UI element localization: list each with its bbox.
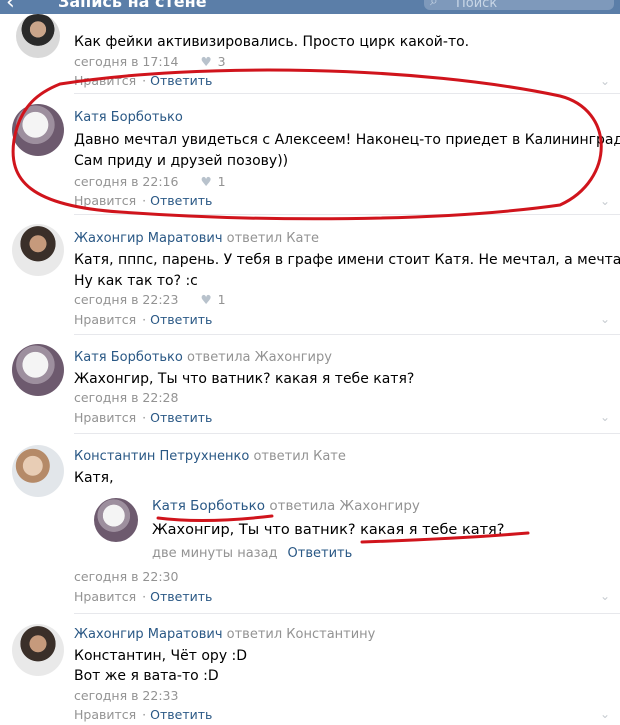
like-button[interactable]: Нравится — [74, 193, 136, 208]
reply-button[interactable]: Ответить — [150, 410, 212, 425]
avatar[interactable] — [12, 224, 64, 276]
chevron-down-icon[interactable]: ⌄ — [600, 312, 610, 326]
like-button[interactable]: Нравится — [74, 73, 136, 88]
quote-meta: две минуты назад Ответить — [152, 546, 352, 561]
reply-button[interactable]: Ответить — [150, 193, 212, 208]
reply-button[interactable]: Ответить — [150, 73, 212, 88]
chevron-down-icon[interactable]: ⌄ — [600, 74, 610, 88]
comment-text: Сам приду и друзей позову)) — [74, 153, 289, 169]
page-title: Запись на стене — [58, 0, 207, 11]
comment-meta: сегодня в 22:28 — [74, 390, 178, 405]
quote-author: Катя Борботько ответила Жахонгиру — [152, 498, 420, 514]
comment-text: Катя, — [74, 470, 114, 486]
comment-actions: Нравится · Ответить — [74, 410, 213, 425]
comment-time: сегодня в 22:23 — [74, 292, 179, 307]
comment-text: Константин, Чёт ору :D — [74, 648, 248, 664]
comment-text: Ну как так то? :с — [74, 273, 198, 289]
comment-time: сегодня в 22:28 — [74, 390, 179, 405]
heart-icon[interactable]: ♥ — [200, 174, 211, 189]
author-name[interactable]: Жахонгир Маратович — [74, 231, 223, 246]
avatar[interactable] — [12, 624, 64, 676]
reply-button[interactable]: Ответить — [150, 707, 212, 722]
avatar[interactable] — [16, 14, 60, 58]
divider — [74, 334, 620, 335]
author-name[interactable]: Жахонгир Маратович — [74, 627, 223, 642]
comment-actions: Нравится · Ответить — [74, 707, 213, 722]
comment-meta: сегодня в 17:14 ♥ 3 — [74, 54, 226, 69]
comment-time: сегодня в 17:14 — [74, 54, 179, 69]
comment-text: Как фейки активизировались. Просто цирк … — [74, 34, 470, 50]
like-button[interactable]: Нравится — [74, 707, 136, 722]
divider — [74, 214, 620, 215]
like-button[interactable]: Нравится — [74, 589, 136, 604]
reply-to[interactable]: ответил Кате — [253, 449, 345, 464]
annotation-underline-name — [156, 514, 274, 522]
author-name[interactable]: Константин Петрухненко — [74, 449, 249, 464]
like-count: 1 — [217, 174, 226, 189]
comment-text: Давно мечтал увидеться с Алексеем! Након… — [74, 132, 620, 148]
comment-meta: сегодня в 22:30 — [74, 569, 178, 584]
comment-author: Константин Петрухненко ответил Кате — [74, 449, 346, 464]
avatar[interactable] — [12, 445, 64, 497]
like-button[interactable]: Нравится — [74, 312, 136, 327]
quote-time: две минуты назад — [152, 546, 278, 561]
like-button[interactable]: Нравится — [74, 410, 136, 425]
back-arrow-icon[interactable]: ‹ — [6, 0, 15, 14]
comment-meta: сегодня в 22:33 — [74, 688, 178, 703]
search-icon: ⌕ — [430, 0, 438, 9]
quote-reply-button[interactable]: Ответить — [288, 546, 353, 561]
comment-time: сегодня в 22:30 — [74, 569, 179, 584]
reply-button[interactable]: Ответить — [150, 312, 212, 327]
avatar[interactable] — [12, 104, 64, 156]
author-name[interactable]: Катя Борботько — [74, 350, 183, 365]
chevron-down-icon[interactable]: ⌄ — [600, 589, 610, 603]
chevron-down-icon[interactable]: ⌄ — [600, 194, 610, 208]
comment-text: Жахонгир, Ты что ватник? какая я тебе ка… — [74, 371, 415, 387]
comment-actions: Нравится · Ответить — [74, 589, 213, 604]
divider — [74, 93, 620, 94]
comment-author: Катя Борботько ответила Жахонгиру — [74, 350, 332, 365]
quote-text: Жахонгир, Ты что ватник? какая я тебе ка… — [152, 522, 505, 538]
comment-text: Катя, пппс, парень. У тебя в графе имени… — [74, 252, 620, 268]
comment-actions: Нравится · Ответить — [74, 193, 213, 208]
top-bar: ‹ Запись на стене ⌕ Поиск — [0, 0, 620, 14]
comment-author: Жахонгир Маратович ответил Константину — [74, 627, 375, 642]
divider — [74, 433, 620, 434]
quote-reply-to[interactable]: ответила Жахонгиру — [269, 498, 420, 514]
comment-time: сегодня в 22:33 — [74, 688, 179, 703]
avatar[interactable] — [12, 344, 64, 396]
heart-icon[interactable]: ♥ — [200, 54, 211, 69]
quote-avatar[interactable] — [94, 498, 138, 542]
comment-meta: сегодня в 22:16 ♥ 1 — [74, 174, 226, 189]
comment-time: сегодня в 22:16 — [74, 174, 179, 189]
quote-author-name[interactable]: Катя Борботько — [152, 498, 265, 514]
search-input[interactable]: ⌕ Поиск — [424, 0, 614, 11]
reply-to[interactable]: ответил Кате — [227, 231, 319, 246]
like-count: 3 — [217, 54, 226, 69]
divider — [74, 613, 620, 614]
heart-icon[interactable]: ♥ — [200, 292, 211, 307]
reply-to[interactable]: ответила Жахонгиру — [187, 350, 332, 365]
search-placeholder: Поиск — [456, 0, 498, 11]
comment-author: Жахонгир Маратович ответил Кате — [74, 231, 319, 246]
like-count: 1 — [217, 292, 226, 307]
comment-author[interactable]: Катя Борботько — [74, 110, 183, 125]
reply-to[interactable]: ответил Константину — [227, 627, 376, 642]
comment-meta: сегодня в 22:23 ♥ 1 — [74, 292, 226, 307]
chevron-down-icon[interactable]: ⌄ — [600, 707, 610, 721]
comment-text: Вот же я вата-то :D — [74, 668, 219, 684]
comment-actions: Нравится · Ответить — [74, 73, 213, 88]
chevron-down-icon[interactable]: ⌄ — [600, 410, 610, 424]
author-name[interactable]: Катя Борботько — [74, 110, 183, 125]
comment-actions: Нравится · Ответить — [74, 312, 213, 327]
reply-button[interactable]: Ответить — [150, 589, 212, 604]
